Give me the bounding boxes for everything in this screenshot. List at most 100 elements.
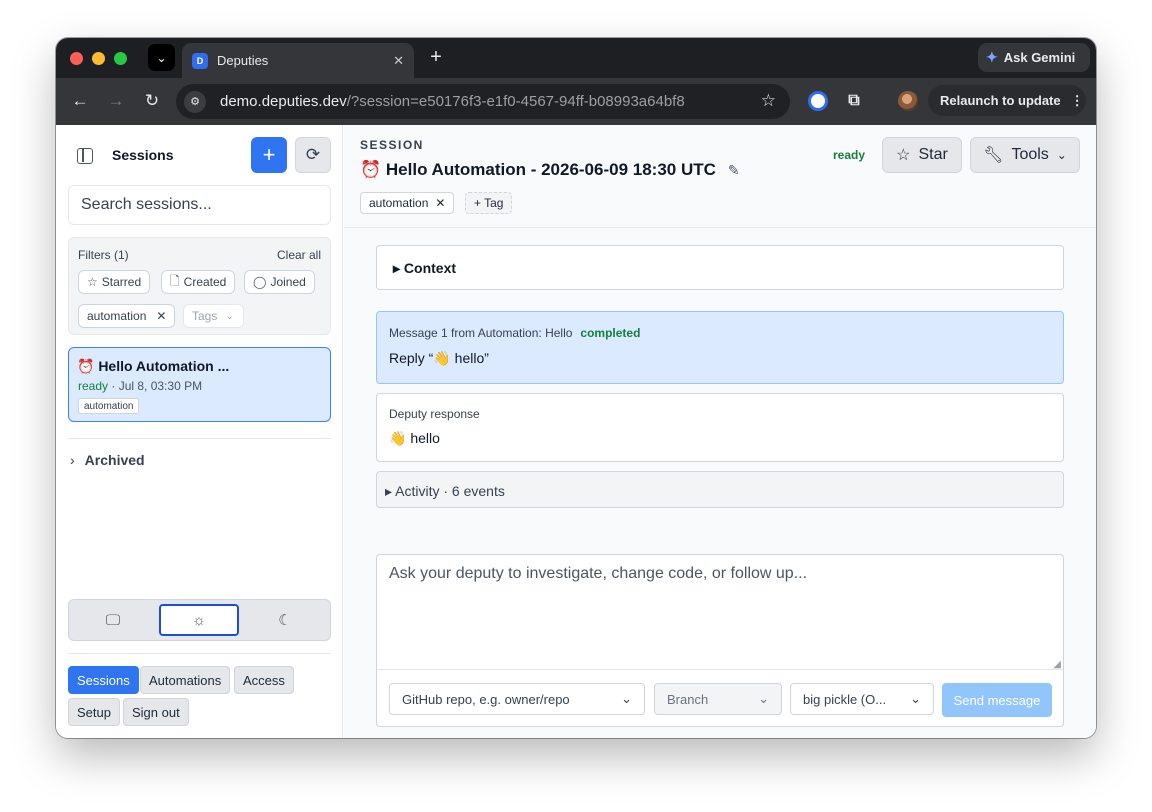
divider <box>68 438 331 439</box>
omnibox[interactable]: ⚙ demo.deputies.dev/?session=e50176f3-e1… <box>176 84 790 119</box>
divider <box>68 653 331 654</box>
relaunch-to-update-button[interactable]: Relaunch to update ⋮ <box>928 85 1086 116</box>
deputy-response-card: Deputy response 👋 hello <box>376 393 1064 462</box>
filter-starred-label: Starred <box>101 275 142 289</box>
maximize-window-button[interactable] <box>114 52 127 65</box>
session-item-meta: ready · Jul 8, 03:30 PM <box>78 379 202 393</box>
new-session-button[interactable]: + <box>251 137 287 173</box>
sidebar-title: Sessions <box>112 147 174 163</box>
more-menu-icon[interactable]: ⋮ <box>1071 93 1084 109</box>
sign-out-button[interactable]: Sign out <box>123 698 189 726</box>
refresh-sessions-button[interactable]: ⟳ <box>295 137 331 173</box>
forward-arrow-icon[interactable]: → <box>106 91 126 111</box>
model-select-label: big pickle (O... <box>803 691 887 707</box>
chevron-down-icon: ⌄ <box>758 691 769 706</box>
close-window-button[interactable] <box>70 52 83 65</box>
response-body: 👋 hello <box>389 430 440 446</box>
search-sessions-input[interactable] <box>68 185 331 225</box>
star-label: Star <box>918 146 948 163</box>
theme-dark-moon-icon[interactable]: ☾ <box>245 604 325 636</box>
filter-created-chip[interactable]: 🗋 Created <box>161 270 236 294</box>
response-header: Deputy response <box>389 407 480 421</box>
theme-light-sun-icon[interactable]: ☼ <box>159 604 239 636</box>
send-message-button[interactable]: Send message <box>942 683 1052 717</box>
theme-switcher: 🖵 ☼ ☾ <box>68 599 331 641</box>
edit-title-pencil-icon[interactable]: ✎ <box>728 162 740 179</box>
browser-tab[interactable]: D Deputies ✕ <box>182 43 414 78</box>
tags-select-label: Tags <box>192 309 218 323</box>
star-outline-icon: ☆ <box>896 147 911 164</box>
nav-setup-button[interactable]: Setup <box>68 698 120 726</box>
chevron-down-icon: ⌄ <box>621 691 632 706</box>
context-disclosure[interactable]: ▸ Context <box>376 245 1064 290</box>
archived-toggle[interactable]: › Archived <box>70 452 145 468</box>
browser-window: ⌄ D Deputies ✕ + ✦ Ask Gemini ← → ↻ ⚙ de… <box>56 38 1096 738</box>
message-body: Reply “👋 hello” <box>389 350 489 366</box>
site-info-icon[interactable]: ⚙ <box>184 90 206 113</box>
minimize-window-button[interactable] <box>92 52 105 65</box>
address-toolbar: ← → ↻ ⚙ demo.deputies.dev/?session=e5017… <box>56 78 1096 125</box>
chevron-down-icon: ⌄ <box>1056 148 1067 162</box>
tools-dropdown-button[interactable]: 🔧︎ Tools ⌄ <box>970 137 1080 173</box>
back-arrow-icon[interactable]: ← <box>70 91 90 111</box>
nav-sessions-button[interactable]: Sessions <box>68 666 139 694</box>
session-status-badge: ready <box>833 148 866 162</box>
session-list-item[interactable]: ⏰ Hello Automation ... ready · Jul 8, 03… <box>68 347 331 422</box>
wrench-icon: 🔧︎ <box>983 147 1004 164</box>
message-title: Message 1 from Automation: Hello <box>389 326 573 340</box>
message-status: completed <box>580 326 641 340</box>
new-tab-plus-icon[interactable]: + <box>424 45 448 69</box>
archived-label: Archived <box>84 452 145 468</box>
session-title: ⏰ Hello Automation - 2026-06-09 18:30 UT… <box>360 160 740 180</box>
filter-starred-chip[interactable]: ☆ Starred <box>78 270 151 294</box>
sidebar-toggle-icon[interactable] <box>77 148 93 164</box>
reload-icon[interactable]: ↻ <box>142 91 162 111</box>
session-tag-chip[interactable]: automation ✕ <box>360 192 455 214</box>
message-input[interactable] <box>377 555 1063 670</box>
tab-title: Deputies <box>217 53 269 68</box>
ask-gemini-label: Ask Gemini <box>1003 50 1076 65</box>
extensions-puzzle-icon[interactable]: ⧉ <box>844 91 864 111</box>
nav-access-button[interactable]: Access <box>234 666 294 694</box>
ask-gemini-button[interactable]: ✦ Ask Gemini <box>978 43 1090 72</box>
nav-automations-button[interactable]: Automations <box>140 666 231 694</box>
chevron-down-icon: ⌄ <box>910 691 921 706</box>
activity-label: ▸ Activity · 6 events <box>385 483 505 499</box>
gemini-sparkle-icon: ✦ <box>986 49 998 65</box>
page: Sessions + ⟳ Filters (1) Clear all ☆ Sta… <box>56 125 1096 738</box>
filter-joined-label: Joined <box>270 275 306 289</box>
active-tag-filter-chip[interactable]: automation ✕ <box>78 304 176 328</box>
filter-created-label: Created <box>183 275 227 289</box>
password-manager-extension-icon[interactable] <box>808 91 828 111</box>
session-label: SESSION <box>360 138 424 152</box>
remove-tag-filter-icon[interactable]: ✕ <box>156 309 166 323</box>
star-button[interactable]: ☆ Star <box>882 137 962 173</box>
profile-avatar[interactable] <box>898 91 918 111</box>
context-label: ▸ Context <box>393 260 457 276</box>
tags-select[interactable]: Tags ⌄ <box>183 304 244 328</box>
filters-title: Filters (1) <box>78 248 129 262</box>
session-item-title: ⏰ Hello Automation ... <box>77 358 230 374</box>
resize-grip-icon[interactable]: ◢ <box>1053 659 1061 670</box>
repo-select-label: GitHub repo, e.g. owner/repo <box>402 691 570 707</box>
activity-text: Activity · 6 events <box>395 483 505 499</box>
url-path: /?session=e50176f3-e1f0-4567-94ff-b08993… <box>346 93 685 110</box>
github-repo-select[interactable]: GitHub repo, e.g. owner/repo ⌄ <box>389 683 645 715</box>
tab-close-icon[interactable]: ✕ <box>393 53 404 69</box>
clear-all-filters-link[interactable]: Clear all <box>277 248 321 262</box>
add-tag-button[interactable]: + Tag <box>465 192 513 214</box>
tools-label: Tools <box>1011 146 1049 163</box>
deputies-favicon-icon: D <box>192 52 208 69</box>
theme-system-monitor-icon[interactable]: 🖵 <box>73 604 153 636</box>
bookmark-star-icon[interactable]: ☆ <box>761 91 776 111</box>
model-select[interactable]: big pickle (O... ⌄ <box>790 683 934 715</box>
session-tag-label: automation <box>369 196 429 210</box>
tab-search-chevron-icon[interactable]: ⌄ <box>148 44 175 71</box>
remove-tag-icon[interactable]: ✕ <box>435 196 445 210</box>
branch-select-label: Branch <box>667 691 709 707</box>
branch-select[interactable]: Branch ⌄ <box>654 683 782 715</box>
filter-joined-chip[interactable]: ◯ Joined <box>244 270 315 294</box>
chat-bubble-icon: ◯ <box>253 275 267 289</box>
session-item-date: · Jul 8, 03:30 PM <box>108 379 203 393</box>
activity-disclosure[interactable]: ▸ Activity · 6 events <box>376 471 1064 508</box>
